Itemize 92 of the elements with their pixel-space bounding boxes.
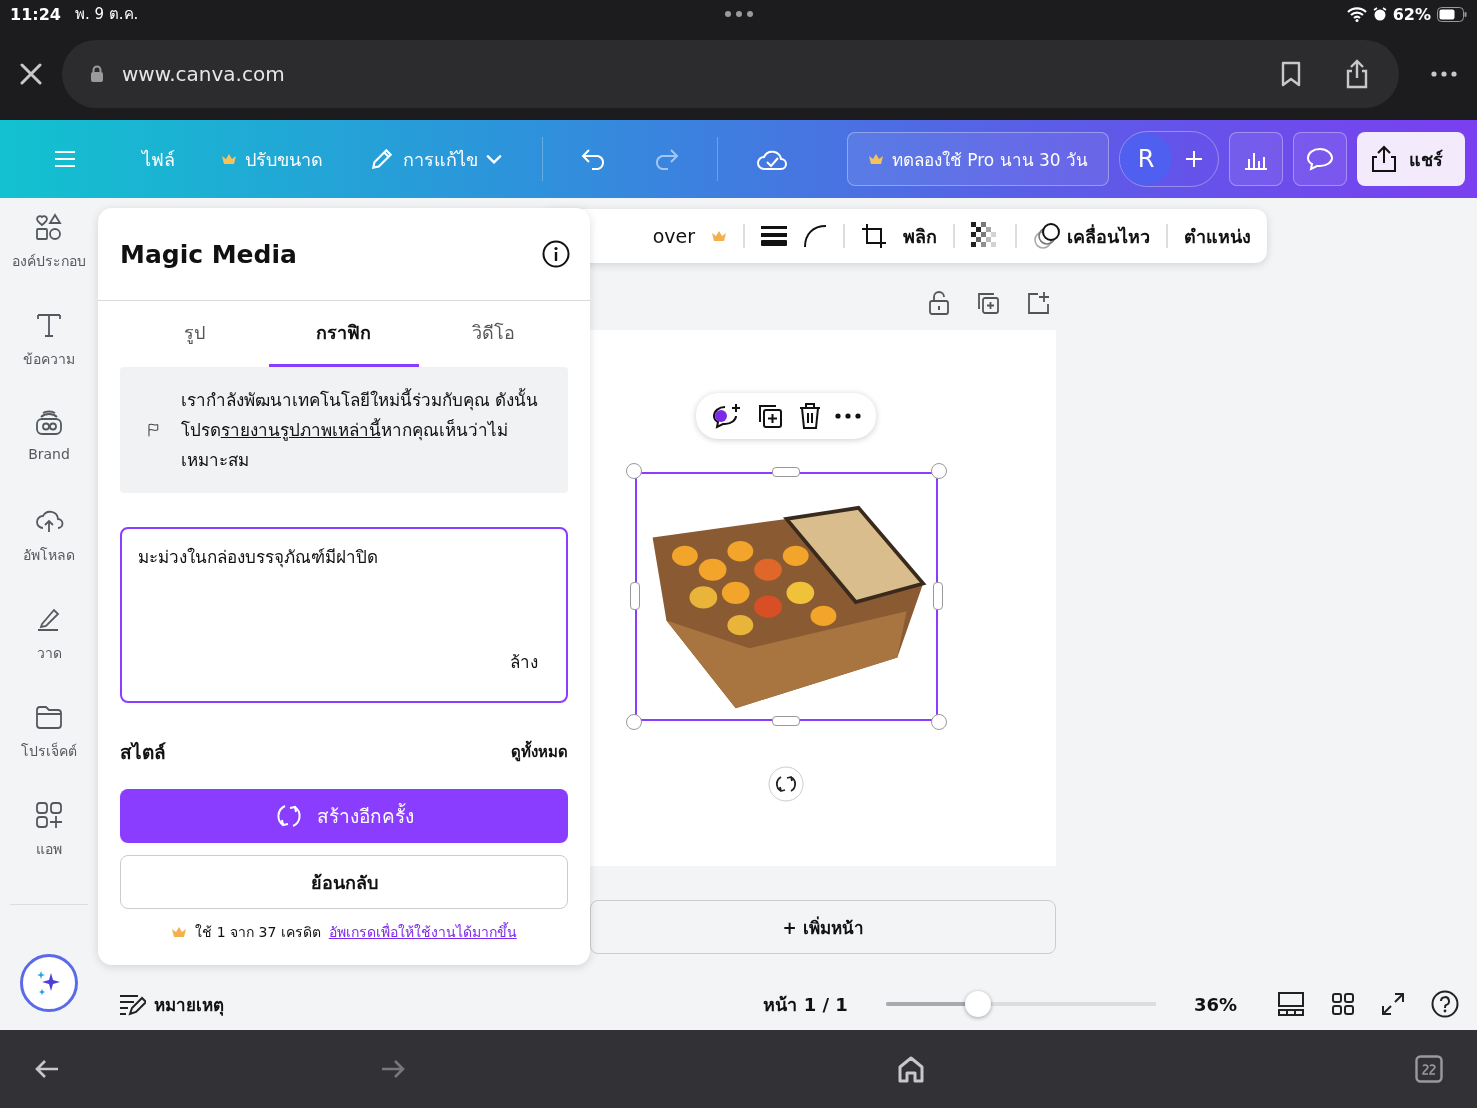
notice-text: เรากำลังพัฒนาเทคโนโลยีใหม่นี้ร่วมกับคุณ ดังนั้นโปรดรายงานรูปภาพเหล่านี้หากคุณเห็นว่าไม่เหมาะสม	[180, 387, 540, 472]
toolbar-label[interactable]: over	[652, 225, 695, 247]
more-icon[interactable]	[1431, 71, 1457, 77]
slider-thumb[interactable]	[964, 991, 991, 1017]
sidebar-item[interactable]: องค์ประกอบ	[12, 212, 86, 310]
grid-view-icon[interactable]	[1331, 992, 1355, 1016]
crown-icon	[711, 230, 727, 242]
resize-handle[interactable]	[931, 714, 947, 730]
sidebar-item[interactable]: วาด	[34, 604, 64, 702]
notes-button[interactable]: หมายเหตุ	[118, 990, 224, 1018]
help-icon[interactable]	[1431, 990, 1459, 1018]
status-time: 11:24	[10, 4, 61, 24]
more-icon[interactable]	[835, 413, 862, 419]
sidebar-item[interactable]: แอพ	[34, 800, 64, 898]
sidebar-item[interactable]: อัพโหลด	[23, 506, 75, 604]
magic-comment-icon[interactable]	[710, 402, 743, 430]
page-indicator: หน้า 1 / 1	[763, 992, 848, 1017]
corner-rounding-icon[interactable]	[803, 224, 827, 248]
address-bar[interactable]: www.canva.com	[62, 40, 1399, 108]
upload-arrow-icon	[1371, 145, 1397, 173]
clear-button[interactable]: ล้าง	[510, 648, 538, 675]
credits-text: ใช้ 1 จาก 37 เครดิต	[195, 923, 321, 942]
share-button[interactable]: แชร์	[1357, 132, 1465, 186]
fullscreen-icon[interactable]	[1381, 992, 1405, 1016]
lock-icon	[90, 65, 104, 83]
status-date: พ. 9 ต.ค.	[74, 4, 139, 25]
resize-handle[interactable]	[931, 463, 947, 479]
prompt-field[interactable]: มะม่วงในกล่องบรรจุภัณฑ์มีฝาปิด ล้าง	[120, 527, 568, 703]
pro-trial-button[interactable]: ทดลองใช้ Pro นาน 30 วัน	[846, 132, 1109, 186]
forward-arrow-icon[interactable]	[380, 1058, 406, 1080]
shapes-icon	[34, 212, 64, 242]
zoom-percent: 36%	[1193, 993, 1237, 1015]
tabs-icon[interactable]	[1415, 1055, 1443, 1083]
media-tab[interactable]: รูป	[120, 301, 270, 367]
alarm-icon	[1372, 6, 1387, 22]
info-icon[interactable]	[542, 240, 570, 268]
share-icon[interactable]	[1345, 59, 1369, 89]
duplicate-icon[interactable]	[756, 402, 785, 430]
comment-button[interactable]	[1293, 132, 1347, 186]
crop-icon[interactable]	[861, 223, 887, 249]
battery-percent: 62%	[1392, 4, 1431, 24]
panel-title: Magic Media	[120, 239, 297, 269]
duplicate-page-icon[interactable]	[976, 291, 1000, 315]
more-dots-icon	[724, 10, 754, 18]
see-all-link[interactable]: ดูทั้งหมด	[511, 740, 568, 764]
resize-handle[interactable]	[626, 714, 642, 730]
brand-kit-icon	[34, 408, 64, 438]
media-tab[interactable]: วิดีโอ	[418, 301, 568, 367]
position-button[interactable]: ตำแหน่ง	[1184, 221, 1251, 251]
transparency-icon[interactable]	[971, 222, 999, 250]
wifi-icon	[1346, 6, 1367, 22]
apps-icon	[34, 800, 64, 830]
page-thumbnails-icon[interactable]	[1277, 991, 1305, 1017]
magic-sparkle-button[interactable]	[20, 954, 78, 1012]
resize-handle[interactable]	[933, 582, 943, 610]
resize-handle[interactable]	[630, 582, 640, 610]
crown-icon	[171, 926, 188, 938]
chevron-down-icon	[486, 154, 502, 164]
sidebar-item[interactable]: Brand	[28, 408, 70, 506]
battery-icon	[1437, 6, 1467, 22]
back-button[interactable]: ย้อนกลับ	[120, 855, 568, 909]
home-icon[interactable]	[896, 1055, 925, 1083]
border-weight-icon[interactable]	[761, 225, 787, 247]
flip-button[interactable]: พลิก	[903, 221, 937, 251]
user-avatar[interactable]: R	[1120, 133, 1172, 185]
add-icon[interactable]	[1184, 149, 1204, 169]
add-page-button[interactable]: + เพิ่มหน้า	[590, 900, 1056, 954]
notes-pen-icon	[118, 992, 146, 1016]
resize-handle[interactable]	[772, 716, 800, 726]
style-heading: สไตล์	[120, 740, 166, 765]
bookmark-icon[interactable]	[1281, 61, 1301, 87]
add-page-icon[interactable]	[1026, 291, 1050, 315]
lock-icon[interactable]	[928, 290, 950, 316]
crown-icon	[867, 153, 884, 165]
close-icon[interactable]	[20, 63, 42, 85]
circles-icon	[1033, 222, 1063, 250]
resize-handle[interactable]	[626, 463, 642, 479]
report-link[interactable]: รายงานรูปภาพเหล่านี้	[220, 420, 381, 440]
pencil-icon	[369, 146, 395, 172]
refresh-icon	[274, 802, 303, 830]
speech-bubble-icon	[1306, 146, 1334, 172]
back-arrow-icon[interactable]	[34, 1058, 60, 1080]
sidebar-item[interactable]: ข้อความ	[23, 310, 75, 408]
insights-button[interactable]	[1229, 132, 1283, 186]
sidebar-item[interactable]: โปรเจ็คต์	[21, 702, 77, 800]
crown-icon	[221, 153, 237, 165]
upgrade-link[interactable]: อัพเกรดเพื่อให้ใช้งานได้มากขึ้น	[328, 921, 517, 943]
generate-again-button[interactable]: สร้างอีกครั้ง	[120, 789, 568, 843]
animate-button[interactable]: เคลื่อนไหว	[1033, 221, 1150, 251]
resize-handle[interactable]	[772, 467, 800, 477]
rotate-icon[interactable]	[768, 766, 804, 802]
trash-icon[interactable]	[797, 402, 822, 430]
